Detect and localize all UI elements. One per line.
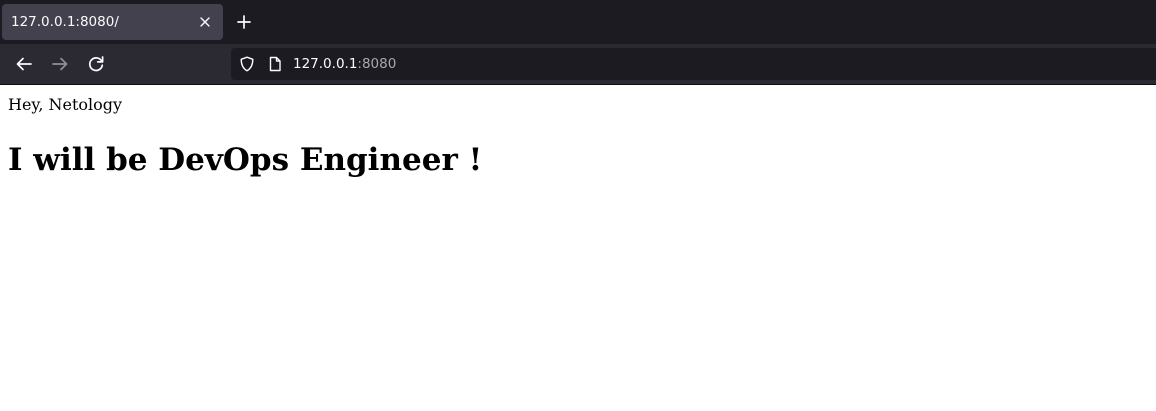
- reload-icon[interactable]: [84, 52, 108, 76]
- close-icon[interactable]: [198, 15, 212, 29]
- back-arrow-icon[interactable]: [12, 52, 36, 76]
- page-content: Hey, Netology I will be DevOps Engineer …: [0, 85, 1156, 411]
- plus-icon[interactable]: [232, 10, 256, 34]
- url-bar[interactable]: 127.0.0.1:8080: [231, 48, 1156, 80]
- page-headline: I will be DevOps Engineer !: [8, 142, 483, 178]
- browser-window: 127.0.0.1:8080/ 127.0.0.1:8080 Hey, Neto…: [0, 0, 1156, 411]
- url-host: 127.0.0.1: [293, 56, 358, 72]
- tab-strip: 127.0.0.1:8080/: [0, 0, 1156, 44]
- page-icon[interactable]: [267, 56, 283, 72]
- url-text[interactable]: 127.0.0.1:8080: [293, 48, 396, 80]
- nav-toolbar: 127.0.0.1:8080: [0, 44, 1156, 85]
- shield-icon[interactable]: [239, 56, 255, 72]
- tab-title: 127.0.0.1:8080/: [11, 14, 119, 30]
- tab-active[interactable]: 127.0.0.1:8080/: [2, 4, 223, 40]
- url-port: :8080: [357, 56, 397, 72]
- forward-arrow-icon[interactable]: [48, 52, 72, 76]
- greeting-text: Hey, Netology: [8, 95, 123, 114]
